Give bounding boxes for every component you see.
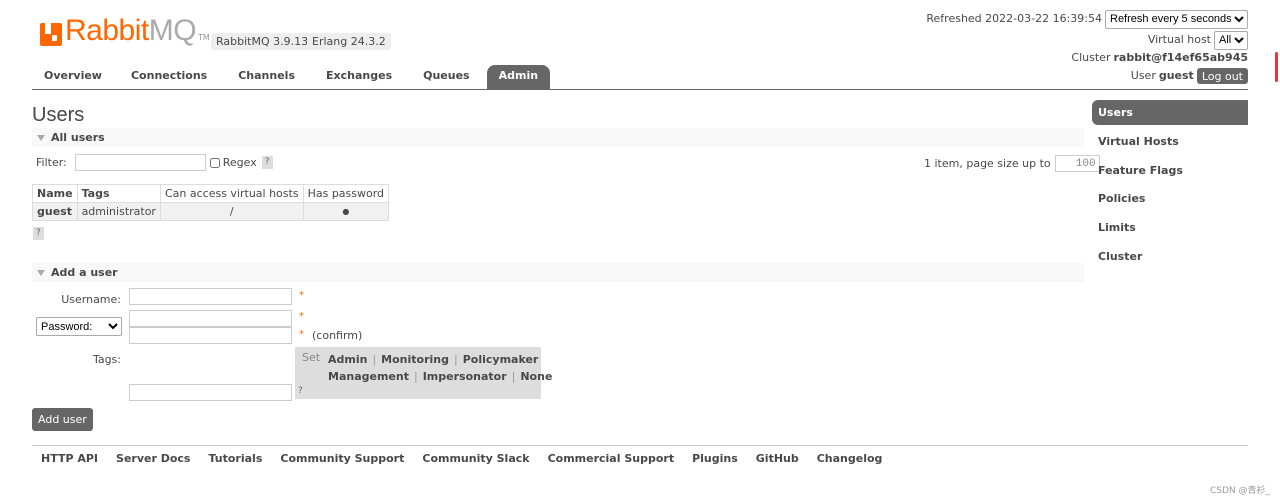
sidebar-item-limits[interactable]: Limits — [1092, 214, 1248, 243]
tag-management-link[interactable]: Management — [328, 370, 409, 383]
admin-sidebar: Users Virtual Hosts Feature Flags Polici… — [1092, 100, 1248, 271]
tab-overview[interactable]: Overview — [32, 65, 114, 89]
confirm-label: (confirm) — [312, 329, 363, 342]
tab-divider — [32, 89, 1248, 90]
required-marker: * — [299, 329, 304, 340]
footer-link-server-docs[interactable]: Server Docs — [107, 452, 199, 466]
refresh-interval-select[interactable]: Refresh every 5 seconds — [1105, 9, 1248, 29]
add-user-button[interactable]: Add user — [32, 408, 93, 431]
tab-admin[interactable]: Admin — [486, 65, 551, 89]
sidebar-item-virtual-hosts[interactable]: Virtual Hosts — [1092, 128, 1248, 157]
tags-label: Tags: — [92, 353, 121, 366]
cluster-name: rabbit@f14ef65ab945 — [1113, 51, 1248, 64]
all-users-section-header[interactable]: All users — [32, 128, 1084, 147]
footer-link-community-slack[interactable]: Community Slack — [413, 452, 538, 466]
tab-channels[interactable]: Channels — [224, 65, 309, 89]
table-row[interactable]: guest administrator / ● — [32, 202, 390, 221]
regex-help-icon[interactable]: ? — [261, 156, 273, 169]
user-name-cell[interactable]: guest — [32, 202, 78, 221]
pagination-label: 1 item, page size up to — [924, 157, 1051, 170]
rabbitmq-logo-icon — [40, 23, 62, 46]
main-tabs: Overview Connections Channels Exchanges … — [32, 65, 553, 89]
footer-link-commercial-support[interactable]: Commercial Support — [539, 452, 684, 466]
logo-text: RabbitMQ — [65, 14, 197, 47]
tab-exchanges[interactable]: Exchanges — [312, 65, 406, 89]
filter-row: Filter: Regex ? — [36, 154, 273, 171]
tags-help-icon[interactable]: ? — [298, 386, 303, 396]
set-label: Set — [302, 351, 321, 364]
sidebar-item-cluster[interactable]: Cluster — [1092, 243, 1248, 272]
required-marker: * — [299, 290, 304, 301]
rabbitmq-version-badge: RabbitMQ 3.9.13 — [211, 33, 314, 50]
footer-link-http-api[interactable]: HTTP API — [32, 452, 107, 466]
tag-monitoring-link[interactable]: Monitoring — [381, 353, 449, 366]
column-tags[interactable]: Tags — [76, 184, 161, 203]
password-type-select[interactable]: Password: — [36, 317, 122, 336]
tag-presets-box: Set Admin | Monitoring | Policymaker Managem… — [295, 347, 552, 399]
collapse-triangle-icon — [37, 270, 45, 276]
tag-none-link[interactable]: None — [520, 370, 552, 383]
rabbitmq-logo[interactable]: RabbitMQ TM — [40, 16, 210, 46]
status-panel: Refreshed 2022-03-22 16:39:54 Refresh ev… — [926, 9, 1248, 85]
add-user-heading: Add a user — [51, 266, 118, 279]
virtual-host-label: Virtual host — [1147, 33, 1211, 46]
tab-connections[interactable]: Connections — [117, 65, 221, 89]
watermark: CSDN @青衫_ — [1209, 486, 1270, 496]
table-header-row: Name Tags Can access virtual hosts Has p… — [32, 184, 390, 203]
tag-impersonator-link[interactable]: Impersonator — [423, 370, 507, 383]
all-users-heading: All users — [51, 131, 105, 144]
virtual-host-select[interactable]: All — [1214, 30, 1248, 50]
user-vhosts-cell: / — [159, 202, 304, 221]
user-tags-cell: administrator — [76, 202, 161, 221]
erlang-version-badge: Erlang 24.3.2 — [307, 33, 391, 50]
password-confirm-input[interactable] — [129, 327, 292, 344]
footer-links: HTTP API Server Docs Tutorials Community… — [32, 452, 891, 466]
logout-button[interactable]: Log out — [1196, 68, 1248, 84]
footer-divider — [32, 445, 1248, 446]
users-table: Name Tags Can access virtual hosts Has p… — [32, 184, 390, 221]
filter-label: Filter: — [36, 156, 67, 169]
username-input[interactable] — [129, 288, 292, 305]
add-user-section-header[interactable]: Add a user — [32, 263, 1084, 282]
sidebar-item-policies[interactable]: Policies — [1092, 185, 1248, 214]
regex-checkbox[interactable] — [209, 157, 220, 168]
user-password-cell: ● — [302, 202, 390, 221]
cluster-label: Cluster — [1071, 51, 1111, 64]
refreshed-timestamp: Refreshed 2022-03-22 16:39:54 — [926, 12, 1102, 25]
filter-input[interactable] — [74, 154, 206, 171]
password-input[interactable] — [129, 310, 292, 327]
regex-label: Regex — [222, 156, 257, 169]
sidebar-item-users[interactable]: Users — [1092, 100, 1248, 125]
tag-admin-link[interactable]: Admin — [328, 353, 367, 366]
required-marker: * — [299, 311, 304, 322]
scrollbar-indicator[interactable] — [1275, 52, 1278, 82]
page-title: Users — [32, 104, 85, 126]
footer-link-changelog[interactable]: Changelog — [808, 452, 892, 466]
tag-policymaker-link[interactable]: Policymaker — [463, 353, 539, 366]
column-vhosts[interactable]: Can access virtual hosts — [159, 184, 304, 203]
username-label: Username: — [61, 293, 121, 306]
pagination: 1 item, page size up to — [924, 155, 1100, 172]
tags-input[interactable] — [129, 384, 292, 401]
current-user: guest — [1158, 69, 1194, 82]
column-name[interactable]: Name — [32, 184, 78, 203]
tab-queues[interactable]: Queues — [409, 65, 483, 89]
collapse-triangle-icon — [37, 135, 45, 141]
footer-link-plugins[interactable]: Plugins — [683, 452, 747, 466]
column-has-password[interactable]: Has password — [302, 184, 390, 203]
user-label: User — [1130, 69, 1156, 82]
footer-link-community-support[interactable]: Community Support — [271, 452, 413, 466]
sidebar-item-feature-flags[interactable]: Feature Flags — [1092, 157, 1248, 186]
footer-link-tutorials[interactable]: Tutorials — [199, 452, 271, 466]
table-help-icon[interactable]: ? — [33, 227, 44, 240]
footer-link-github[interactable]: GitHub — [747, 452, 808, 466]
trademark: TM — [198, 33, 210, 42]
